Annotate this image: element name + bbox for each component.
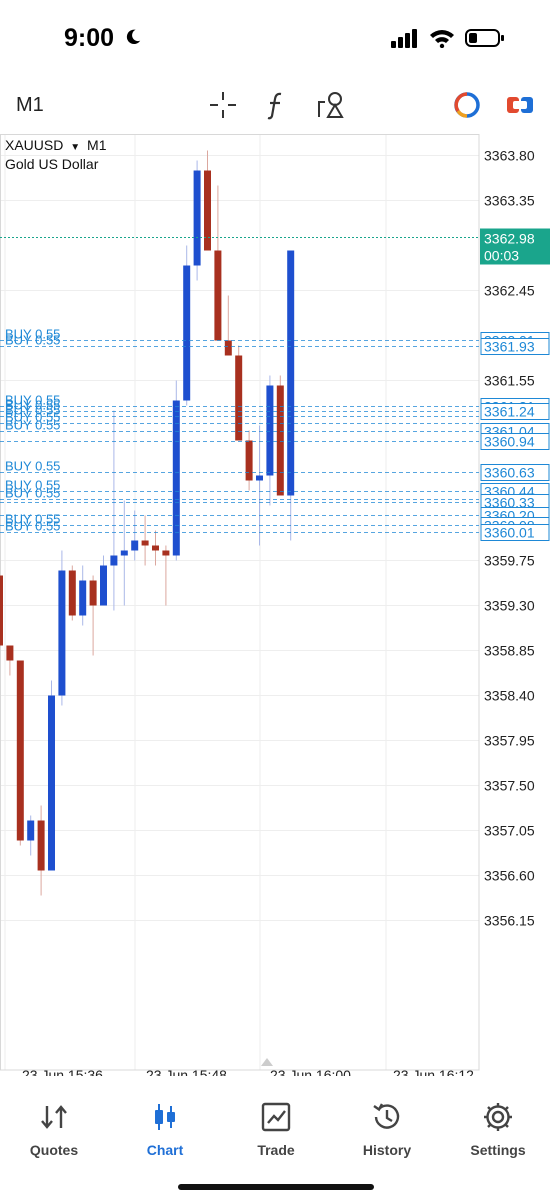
status-bar: 9:00 [0,0,553,78]
cellular-signal-icon [391,29,417,48]
candle-body [224,340,232,356]
buy-order-label: BUY 0.55 [5,333,60,348]
buy-order-label: BUY 0.55 [5,418,60,433]
candlestick-icon [155,1104,175,1130]
y-tick-label: 3361.55 [484,373,535,389]
wifi-icon [430,30,454,48]
tab-history-label: History [362,1142,412,1158]
order-price-label: 3360.01 [484,525,535,541]
tab-settings[interactable]: Settings [453,1100,543,1160]
quotes-arrows-icon [41,1105,67,1129]
bid-price-label: 3362.98 [484,231,535,247]
candle-body [100,565,107,606]
symbol-timeframe: M1 [87,137,107,153]
status-time: 9:00 [64,24,115,52]
status-icons [391,26,505,50]
candle-body [68,570,76,616]
chart-canvas[interactable]: 3363.80 3363.35 3362.45 3361.55 3359.75 3359.… [0,134,553,1076]
one-click-trading-icon[interactable] [503,88,537,122]
y-tick-label: 3363.80 [484,148,535,164]
candle-body [6,645,14,661]
candle-body [256,475,263,481]
x-tick-label: 23 Jun 16:00 [270,1067,351,1076]
candle-body [287,250,295,496]
candle-body [79,580,87,616]
color-scheme-icon[interactable] [450,88,484,122]
bid-countdown-label: 00:03 [484,248,519,264]
candle-body [131,540,139,551]
y-tick-label: 3357.50 [484,778,535,794]
dropdown-caret-icon: ▼ [70,142,81,153]
candle-body [89,580,97,606]
order-price-label: 3361.93 [484,339,535,355]
y-tick-label: 3363.35 [484,193,535,209]
objects-icon[interactable] [314,88,348,122]
chart-shift-marker [261,1058,273,1066]
buy-order-label: BUY 0.55 [5,486,60,501]
tab-chart-label: Chart [146,1142,184,1158]
indicators-f-icon[interactable] [259,88,293,122]
candle-body [214,250,222,341]
order-price-label: 3361.24 [484,404,535,420]
y-tick-label: 3358.85 [484,643,535,659]
y-tick-label: 3357.05 [484,823,535,839]
candle-body [193,170,201,266]
y-tick-label: 3356.15 [484,913,535,929]
x-tick-label: 23 Jun 15:48 [146,1067,227,1076]
y-tick-label: 3357.95 [484,733,535,749]
candle-body [16,660,24,841]
y-tick-label: 3356.60 [484,868,535,884]
symbol-description: Gold US Dollar [5,156,99,172]
candle-body [152,545,159,551]
buy-order-label: BUY 0.55 [5,459,60,474]
candle-body [276,385,284,496]
tab-quotes[interactable]: Quotes [9,1100,99,1160]
tab-trade[interactable]: Trade [231,1100,321,1160]
y-tick-label: 3358.40 [484,688,535,704]
history-clock-icon [373,1103,400,1129]
candle-body [37,820,45,871]
tab-chart[interactable]: Chart [120,1100,210,1160]
candle-body [266,385,274,476]
home-indicator [178,1184,374,1190]
candle-body [58,570,66,696]
candle-body [120,550,128,556]
candle-body [48,695,55,871]
y-tick-label: 3359.75 [484,553,535,569]
chart-symbol[interactable]: XAUUSD ▼ M1 [5,137,107,153]
x-tick-label: 23 Jun 16:12 [393,1067,474,1076]
tab-history[interactable]: History [342,1100,432,1160]
tab-trade-label: Trade [257,1142,295,1158]
tab-quotes-label: Quotes [29,1142,79,1158]
candle-body [245,440,253,481]
candle-body [110,555,118,566]
candle-body [141,540,149,546]
tab-settings-label: Settings [470,1142,526,1158]
moon-icon [126,29,141,45]
chart-toolbar: M1 [0,78,553,134]
settings-gear-icon [484,1103,512,1131]
candle-body [183,265,191,401]
buy-order-label: BUY 0.55 [5,519,60,534]
y-tick-label: 3362.45 [484,283,535,299]
candle-body [204,170,211,251]
order-price-label: 3360.63 [484,465,535,481]
price-chart[interactable]: 3363.80 3363.35 3362.45 3361.55 3359.75 3359.… [0,134,553,1076]
candle-body [0,575,3,646]
candle-body [27,820,35,841]
symbol-name: XAUUSD [5,137,64,153]
trade-chart-icon [261,1102,291,1132]
y-tick-label: 3359.30 [484,598,535,614]
x-tick-label: 23 Jun 15:36 [22,1067,103,1076]
order-price-label: 3360.94 [484,434,535,450]
candle-body [162,550,170,556]
crosshair-icon[interactable] [206,88,240,122]
battery-icon [465,29,504,47]
candle-body [235,355,243,441]
timeframe-selector[interactable]: M1 [16,94,44,117]
